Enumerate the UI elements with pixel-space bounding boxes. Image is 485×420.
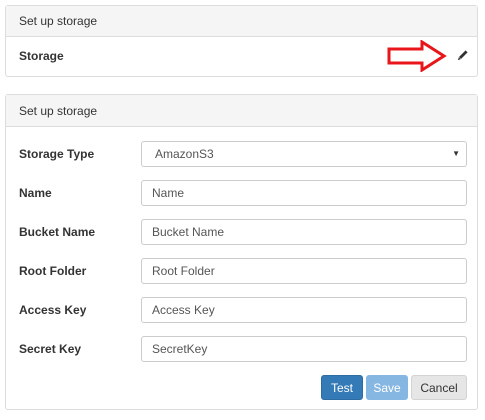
storage-summary-panel: Set up storage Storage xyxy=(5,5,478,77)
chevron-down-icon: ▼ xyxy=(452,149,460,158)
red-arrow-icon xyxy=(387,40,447,72)
pencil-icon[interactable] xyxy=(456,50,468,62)
bucket-name-label: Bucket Name xyxy=(19,225,96,239)
form-row-access-key: Access Key xyxy=(6,297,477,323)
secret-key-label: Secret Key xyxy=(19,342,82,356)
storage-type-select[interactable]: AmazonS3 ▼ xyxy=(141,141,467,167)
access-key-input[interactable] xyxy=(141,297,467,323)
form-row-root-folder: Root Folder xyxy=(6,258,477,284)
form-row-name: Name xyxy=(6,180,477,206)
name-input[interactable] xyxy=(141,180,467,206)
secret-key-input[interactable] xyxy=(141,336,467,362)
storage-label: Storage xyxy=(19,49,64,63)
test-button[interactable]: Test xyxy=(321,375,363,400)
storage-setup-form-panel: Set up storage Storage Type AmazonS3 ▼ N… xyxy=(5,94,478,410)
root-folder-label: Root Folder xyxy=(19,264,87,278)
storage-type-value: AmazonS3 xyxy=(155,147,214,161)
storage-row: Storage xyxy=(6,37,477,76)
name-label: Name xyxy=(19,186,52,200)
save-button[interactable]: Save xyxy=(366,375,408,400)
form-row-storage-type: Storage Type AmazonS3 ▼ xyxy=(6,141,477,167)
bucket-name-input[interactable] xyxy=(141,219,467,245)
panel-heading: Set up storage xyxy=(6,6,477,37)
form-row-secret-key: Secret Key xyxy=(6,336,477,362)
storage-type-label: Storage Type xyxy=(19,147,95,161)
access-key-label: Access Key xyxy=(19,303,87,317)
form-row-bucket-name: Bucket Name xyxy=(6,219,477,245)
cancel-button[interactable]: Cancel xyxy=(411,375,467,400)
root-folder-input[interactable] xyxy=(141,258,467,284)
panel-heading: Set up storage xyxy=(6,95,477,127)
